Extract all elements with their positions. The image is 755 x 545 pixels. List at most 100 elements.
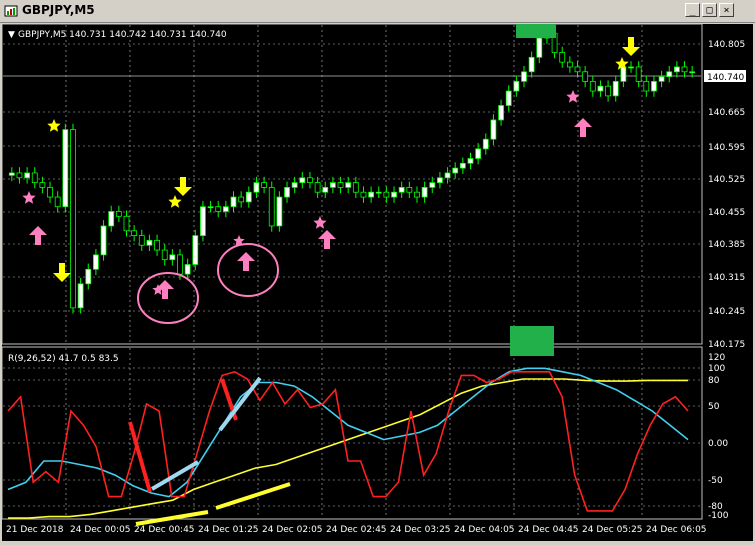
candle-body (39, 182, 46, 188)
candle-body (222, 206, 229, 212)
price-label: 140.595 (708, 143, 745, 153)
price-header: GBPJPY,M5 140.731 140.742 140.731 140.74… (18, 30, 227, 40)
price-label: 140.525 (708, 175, 745, 185)
window-title: GBPJPY,M5 (22, 3, 95, 17)
candle-body (138, 235, 145, 246)
candle-body (383, 191, 390, 198)
candle-body (108, 211, 115, 227)
level-label: 50 (708, 402, 720, 412)
candle-body (521, 71, 527, 82)
price-label: 140.805 (708, 40, 745, 50)
time-label: 24 Dec 02:45 (326, 525, 387, 535)
candle-body (184, 264, 191, 275)
price-axis: 140.805 140.665 140.595 140.525 140.455 … (704, 40, 746, 350)
candle-body (559, 52, 566, 63)
candle-body (322, 187, 329, 193)
time-label: 24 Dec 04:45 (518, 525, 579, 535)
candle-body (24, 172, 31, 179)
candle-body (612, 81, 619, 97)
candle-body (528, 56, 535, 73)
candle-body (276, 196, 283, 227)
candle-body (673, 66, 680, 73)
candle-body (475, 148, 482, 159)
candle-body (368, 191, 375, 198)
candle-body (352, 182, 359, 193)
time-label: 24 Dec 05:25 (582, 525, 643, 535)
candle-body (169, 254, 176, 261)
candle-body (329, 182, 336, 188)
price-label: 140.175 (708, 340, 745, 350)
title-bar[interactable]: GBPJPY,M5 _ □ × (0, 0, 755, 23)
candle-body (215, 206, 222, 212)
candle-body (177, 254, 183, 275)
time-label: 24 Dec 00:45 (134, 525, 195, 535)
candle-body (284, 187, 290, 198)
candle-body (681, 66, 688, 73)
time-label: 24 Dec 01:25 (198, 525, 259, 535)
candle-body (666, 71, 673, 77)
chart-svg[interactable]: ▼ GBPJPY,M5 140.731 140.742 140.731 140.… (1, 8, 753, 541)
candle-body (47, 187, 53, 198)
candle-body (85, 268, 92, 285)
candle-body (345, 182, 352, 188)
candle-body (207, 206, 214, 209)
price-label: 140.245 (708, 307, 745, 317)
time-label: 21 Dec 2018 (6, 525, 64, 535)
indicator-header: R(9,26,52) 41.7 0.5 83.5 (8, 354, 119, 364)
candle-body (574, 66, 581, 73)
price-label: 140.665 (708, 108, 745, 118)
price-header-arrow: ▼ (8, 30, 15, 40)
level-label: 120 (708, 353, 725, 363)
candle-body (651, 81, 657, 92)
candle-body (62, 129, 69, 208)
candle-body (391, 191, 397, 198)
candle-body (123, 215, 130, 232)
time-label: 24 Dec 04:05 (454, 525, 515, 535)
candle-body (505, 90, 512, 106)
candle-body (307, 177, 313, 183)
candle-body (658, 76, 665, 82)
time-label: 24 Dec 02:05 (262, 525, 323, 535)
close-button[interactable]: × (719, 3, 734, 17)
candle-body (421, 187, 428, 198)
time-axis: 21 Dec 2018 24 Dec 00:05 24 Dec 00:45 24… (6, 525, 707, 535)
candle-body (566, 61, 573, 68)
level-label: 80 (708, 376, 720, 386)
level-label: -100 (708, 511, 729, 521)
candle-body (536, 37, 543, 58)
minimize-button[interactable]: _ (685, 3, 700, 17)
indicator-panel (1, 346, 703, 520)
green-box (516, 8, 556, 38)
candle-body (192, 235, 199, 265)
candle-body (299, 177, 306, 183)
candle-body (115, 211, 122, 217)
candle-body (398, 187, 405, 193)
candle-body (643, 81, 650, 92)
candle-body (154, 240, 160, 251)
candle-body (444, 172, 451, 179)
candle-body (628, 66, 634, 69)
chart-window-icon (4, 5, 18, 17)
price-label: 140.385 (708, 240, 745, 250)
candle-body (467, 158, 474, 164)
candle-body (8, 172, 15, 176)
candle-body (375, 191, 382, 194)
chart-window: GBPJPY,M5 _ □ × ▼ GBPJPY,M5 140.731 140.… (0, 0, 755, 543)
maximize-button[interactable]: □ (702, 3, 717, 17)
level-label: 100 (708, 364, 725, 374)
candle-body (230, 196, 237, 208)
candle-body (291, 182, 298, 188)
candle-body (513, 81, 520, 92)
candle-body (77, 283, 84, 309)
candle-body (689, 71, 696, 74)
candle-body (261, 182, 267, 188)
price-panel (1, 23, 703, 345)
price-label: 140.315 (708, 273, 745, 283)
candle-body (414, 191, 420, 198)
candle-body (16, 172, 23, 179)
candle-body (131, 230, 138, 236)
candle-body (620, 66, 627, 82)
current-price-label: 140.740 (707, 73, 744, 83)
chart-area[interactable]: ▼ GBPJPY,M5 140.731 140.742 140.731 140.… (1, 8, 753, 541)
candle-body (93, 254, 99, 270)
